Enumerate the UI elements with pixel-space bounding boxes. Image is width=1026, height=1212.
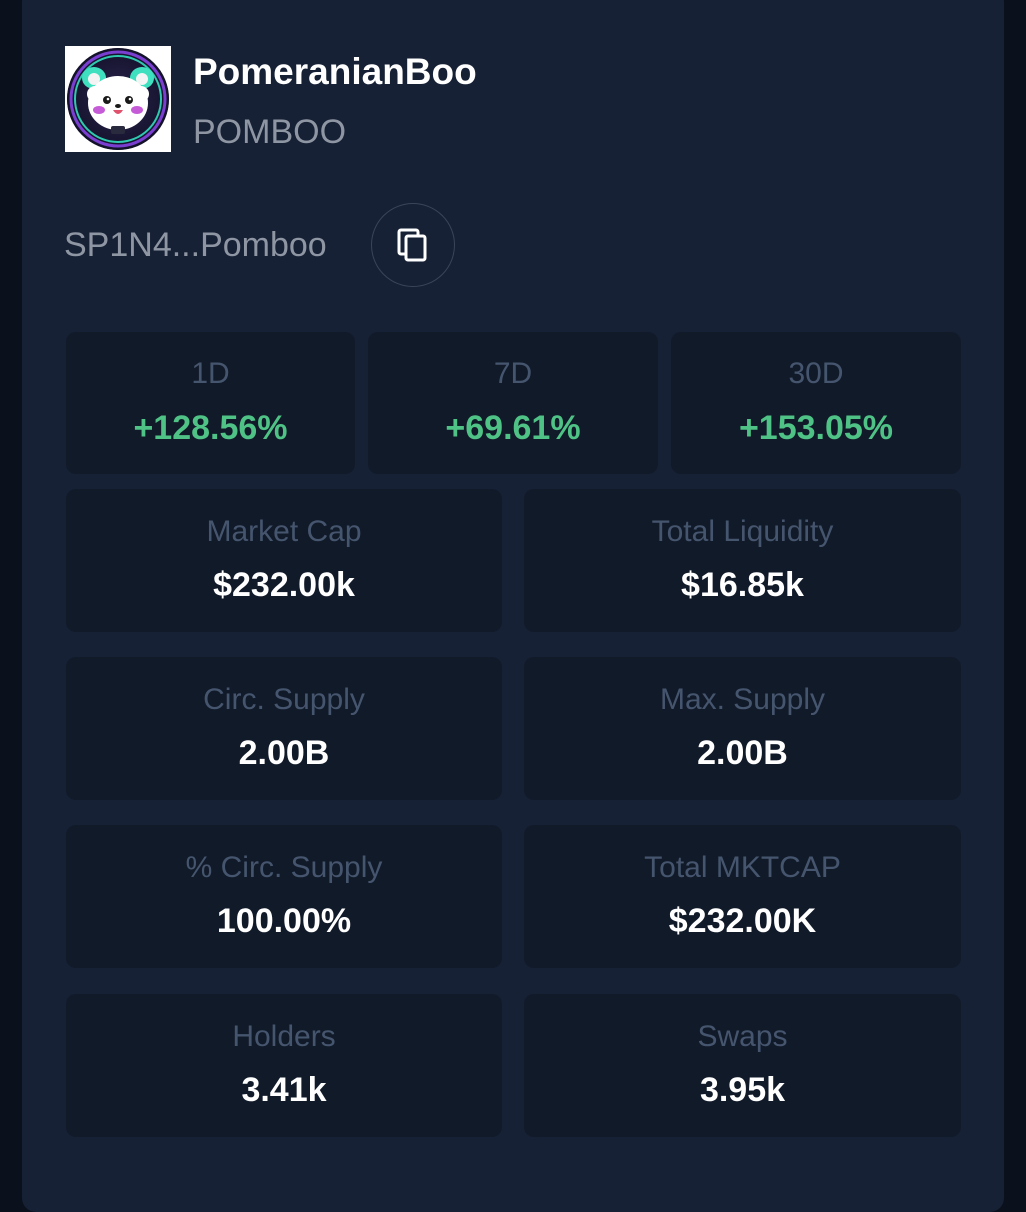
token-name: PomeranianBoo <box>193 51 477 92</box>
price-change-value: +128.56% <box>133 409 288 447</box>
market-cap-value: $232.00k <box>213 566 355 604</box>
holders-value: 3.41k <box>241 1071 327 1109</box>
price-change-7d: 7D +69.61% <box>368 332 658 474</box>
price-change-value: +69.61% <box>445 409 581 447</box>
copy-icon <box>397 228 427 262</box>
max-supply-tile: Max. Supply 2.00B <box>524 657 961 800</box>
pomeranian-logo-icon <box>65 46 171 152</box>
circ-supply-value: 2.00B <box>238 734 330 772</box>
token-symbol: POMBOO <box>193 113 347 151</box>
pct-circ-supply-value: 100.00% <box>216 902 352 940</box>
pct-circ-supply-label: % Circ. Supply <box>185 851 383 884</box>
swaps-value: 3.95k <box>699 1071 786 1109</box>
total-liquidity-label: Total Liquidity <box>651 515 834 548</box>
total-mktcap-label: Total MKTCAP <box>644 851 841 884</box>
holders-label: Holders <box>232 1020 336 1053</box>
max-supply-label: Max. Supply <box>659 683 826 716</box>
period-label: 7D <box>493 357 533 390</box>
total-mktcap-tile: Total MKTCAP $232.00K <box>524 825 961 968</box>
contract-address: SP1N4...Pomboo <box>64 226 327 264</box>
swaps-tile: Swaps 3.95k <box>524 994 961 1137</box>
price-change-1d: 1D +128.56% <box>66 332 355 474</box>
period-label: 1D <box>191 357 230 390</box>
total-mktcap-value: $232.00K <box>668 902 817 940</box>
circ-supply-label: Circ. Supply <box>203 683 365 716</box>
price-change-30d: 30D +153.05% <box>671 332 961 474</box>
max-supply-value: 2.00B <box>697 734 788 772</box>
total-liquidity-value: $16.85k <box>681 566 804 604</box>
circ-supply-tile: Circ. Supply 2.00B <box>66 657 502 800</box>
swaps-label: Swaps <box>697 1020 788 1053</box>
period-label: 30D <box>788 357 844 390</box>
total-liquidity-tile: Total Liquidity $16.85k <box>524 489 961 632</box>
price-change-value: +153.05% <box>738 409 894 447</box>
market-cap-tile: Market Cap $232.00k <box>66 489 502 632</box>
copy-address-button[interactable] <box>371 203 455 287</box>
pct-circ-supply-tile: % Circ. Supply 100.00% <box>66 825 502 968</box>
holders-tile: Holders 3.41k <box>66 994 502 1137</box>
market-cap-label: Market Cap <box>206 515 362 548</box>
